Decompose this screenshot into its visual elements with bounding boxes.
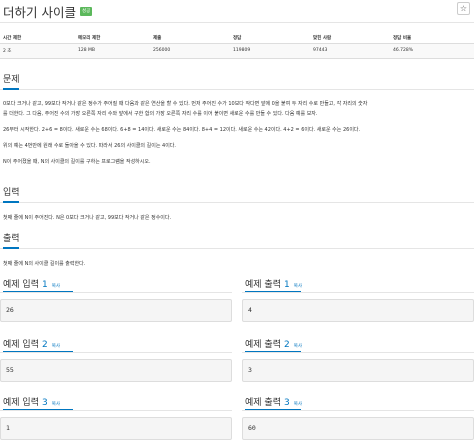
sample-number: 3 bbox=[41, 398, 48, 408]
problem-text-line: 를 더한다. 그 다음, 주어진 수의 가장 오른쪽 자리 수와 앞에서 구한 … bbox=[3, 111, 318, 117]
accept-ratio-value: 46.728% bbox=[390, 43, 474, 59]
star-button[interactable]: ☆ bbox=[457, 2, 470, 15]
output-description: 첫째 줄에 N의 사이클 길이를 출력한다. bbox=[3, 261, 86, 267]
solved-users-value[interactable]: 97443 bbox=[310, 43, 390, 59]
problem-text-line: 0보다 크거나 같고, 99보다 작거나 같은 정수가 주어질 때 다음과 같은… bbox=[3, 101, 368, 107]
input-section: 입력 첫째 줄에 N이 주어진다. N은 0보다 크거나 같고, 99보다 작거… bbox=[0, 185, 474, 222]
status-badge: 성공 bbox=[79, 6, 93, 16]
sample-input-label: 예제 입력 bbox=[3, 280, 39, 290]
page-title: 더하기 사이클 bbox=[3, 4, 76, 20]
output-heading: 출력 bbox=[0, 231, 474, 249]
sample-input-2: 예제 입력 2 복사 55 bbox=[0, 337, 232, 382]
sample-input-code[interactable]: 1 bbox=[0, 417, 232, 440]
sample-number: 2 bbox=[41, 340, 48, 350]
problem-text-line: N이 주어졌을 때, N의 사이클의 길이를 구하는 프로그램을 작성하시오. bbox=[3, 159, 151, 165]
copy-button[interactable]: 복사 bbox=[294, 401, 302, 407]
copy-button[interactable]: 복사 bbox=[294, 283, 302, 289]
header-accept-ratio: 정답 비율 bbox=[390, 33, 474, 44]
sample-number: 2 bbox=[283, 340, 290, 350]
problem-section: 문제 0보다 크거나 같고, 99보다 작거나 같은 정수가 주어질 때 다음과… bbox=[0, 72, 474, 166]
sample-output-code[interactable]: 3 bbox=[242, 359, 474, 382]
problem-info-table: 시간 제한 메모리 제한 제출 정답 맞힌 사람 정답 비율 2 초 128 M… bbox=[0, 33, 474, 59]
sample-number: 1 bbox=[283, 280, 290, 290]
star-icon: ☆ bbox=[459, 4, 468, 13]
title-bar: 더하기 사이클 성공 bbox=[3, 2, 93, 20]
input-description: 첫째 줄에 N이 주어진다. N은 0보다 크거나 같고, 99보다 작거나 같… bbox=[3, 215, 172, 221]
sample-number: 1 bbox=[41, 280, 48, 290]
copy-button[interactable]: 복사 bbox=[52, 401, 60, 407]
sample-output-label: 예제 출력 bbox=[245, 280, 281, 290]
title-divider bbox=[0, 22, 474, 23]
output-section: 출력 첫째 줄에 N의 사이클 길이를 출력한다. bbox=[0, 231, 474, 268]
header-accepted: 정답 bbox=[230, 33, 310, 44]
accepted-value[interactable]: 119809 bbox=[230, 43, 310, 59]
problem-text-line: 26부터 시작한다. 2+6 = 8이다. 새로운 수는 68이다. 6+8 =… bbox=[3, 127, 361, 133]
submissions-value[interactable]: 256000 bbox=[150, 43, 230, 59]
sample-output-3: 예제 출력 3 복사 60 bbox=[242, 395, 474, 440]
sample-output-2: 예제 출력 2 복사 3 bbox=[242, 337, 474, 382]
sample-output-label: 예제 출력 bbox=[245, 340, 281, 350]
header-submissions: 제출 bbox=[150, 33, 230, 44]
table-row: 2 초 128 MB 256000 119809 97443 46.728% bbox=[0, 43, 474, 59]
header-memory-limit: 메모리 제한 bbox=[75, 33, 150, 44]
problem-text-line: 위의 예는 4번만에 원래 수로 돌아올 수 있다. 따라서 26의 사이클의 … bbox=[3, 143, 176, 149]
sample-input-code[interactable]: 55 bbox=[0, 359, 232, 382]
sample-input-3: 예제 입력 3 복사 1 bbox=[0, 395, 232, 440]
sample-output-label: 예제 출력 bbox=[245, 398, 281, 408]
sample-input-label: 예제 입력 bbox=[3, 398, 39, 408]
problem-heading: 문제 bbox=[0, 72, 474, 90]
sample-output-code[interactable]: 4 bbox=[242, 299, 474, 322]
copy-button[interactable]: 복사 bbox=[294, 343, 302, 349]
sample-number: 3 bbox=[283, 398, 290, 408]
header-solved-users: 맞힌 사람 bbox=[310, 33, 390, 44]
table-header-row: 시간 제한 메모리 제한 제출 정답 맞힌 사람 정답 비율 bbox=[0, 33, 474, 44]
copy-button[interactable]: 복사 bbox=[52, 283, 60, 289]
input-heading: 입력 bbox=[0, 185, 474, 203]
header-time-limit: 시간 제한 bbox=[0, 33, 75, 44]
sample-input-label: 예제 입력 bbox=[3, 340, 39, 350]
memory-limit-value: 128 MB bbox=[75, 43, 150, 59]
copy-button[interactable]: 복사 bbox=[52, 343, 60, 349]
time-limit-value: 2 초 bbox=[0, 43, 75, 59]
sample-input-code[interactable]: 26 bbox=[0, 299, 232, 322]
sample-output-code[interactable]: 60 bbox=[242, 417, 474, 440]
sample-input-1: 예제 입력 1 복사 26 bbox=[0, 277, 232, 322]
sample-output-1: 예제 출력 1 복사 4 bbox=[242, 277, 474, 322]
